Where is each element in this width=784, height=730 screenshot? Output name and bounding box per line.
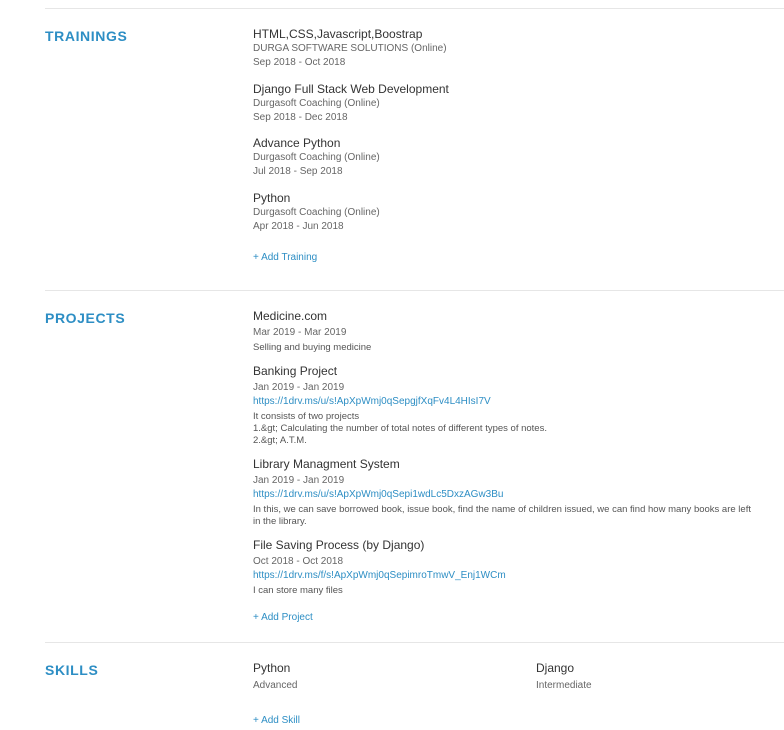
project-link[interactable]: https://1drv.ms/f/s!ApXpWmj0qSepimroTmwV… [253,569,784,583]
project-desc: It consists of two projects [253,411,360,422]
skill-item: Django Intermediate [536,660,592,693]
project-name: File Saving Process (by Django) [253,538,425,552]
project-desc: Selling and buying medicine [253,342,372,353]
section-title-trainings: TRAININGS [45,28,128,44]
skill-level: Intermediate [536,680,592,691]
project-item: Banking Project Jan 2019 - Jan 2019 http… [253,363,784,447]
project-link[interactable]: https://1drv.ms/u/s!ApXpWmj0qSepgjfXqFv4… [253,395,784,409]
training-org: DURGA SOFTWARE SOLUTIONS (Online) [253,43,447,54]
project-item: Medicine.com Mar 2019 - Mar 2019 Selling… [253,308,784,354]
add-project-link[interactable]: + Add Project [253,611,313,625]
training-name: Python [253,191,291,205]
training-org: Durgasoft Coaching (Online) [253,207,380,218]
trainings-divider [45,290,784,291]
training-name: Django Full Stack Web Development [253,82,449,96]
add-training-link[interactable]: + Add Training [253,251,317,265]
project-link[interactable]: https://1drv.ms/u/s!ApXpWmj0qSepi1wdLc5D… [253,488,784,502]
section-title-skills: SKILLS [45,662,99,678]
project-dates: Mar 2019 - Mar 2019 [253,327,347,338]
project-desc: In this, we can save borrowed book, issu… [253,504,751,515]
training-item: Python Durgasoft Coaching (Online) Apr 2… [253,190,784,234]
add-skill-link[interactable]: + Add Skill [253,714,300,728]
section-title-projects: PROJECTS [45,310,126,326]
training-item: Django Full Stack Web Development Durgas… [253,81,784,125]
training-item: HTML,CSS,Javascript,Boostrap DURGA SOFTW… [253,26,784,70]
training-org: Durgasoft Coaching (Online) [253,152,380,163]
project-desc: 2.&gt; A.T.M. [253,435,307,446]
projects-list: Medicine.com Mar 2019 - Mar 2019 Selling… [253,308,784,625]
skill-name: Django [536,661,575,675]
project-desc: I can store many files [253,585,343,596]
project-desc: in the library. [253,516,307,527]
training-dates: Apr 2018 - Jun 2018 [253,221,344,232]
project-name: Library Managment System [253,457,400,471]
project-name: Medicine.com [253,309,328,323]
resume-page: TRAININGS HTML,CSS,Javascript,Boostrap D… [0,0,784,730]
project-name: Banking Project [253,364,338,378]
skill-name: Python [253,661,291,675]
training-dates: Jul 2018 - Sep 2018 [253,166,343,177]
skill-item: Python Advanced [253,660,297,693]
project-desc: 1.&gt; Calculating the number of total n… [253,423,547,434]
top-divider [45,8,784,9]
training-dates: Sep 2018 - Dec 2018 [253,112,348,123]
project-dates: Oct 2018 - Oct 2018 [253,556,344,567]
trainings-list: HTML,CSS,Javascript,Boostrap DURGA SOFTW… [253,26,784,265]
projects-divider [45,642,784,643]
training-item: Advance Python Durgasoft Coaching (Onlin… [253,135,784,179]
project-dates: Jan 2019 - Jan 2019 [253,382,345,393]
training-name: HTML,CSS,Javascript,Boostrap [253,27,423,41]
project-item: Library Managment System Jan 2019 - Jan … [253,456,784,528]
training-name: Advance Python [253,136,341,150]
skill-level: Advanced [253,680,298,691]
project-item: File Saving Process (by Django) Oct 2018… [253,537,784,597]
training-dates: Sep 2018 - Oct 2018 [253,57,346,68]
project-dates: Jan 2019 - Jan 2019 [253,475,345,486]
training-org: Durgasoft Coaching (Online) [253,98,380,109]
